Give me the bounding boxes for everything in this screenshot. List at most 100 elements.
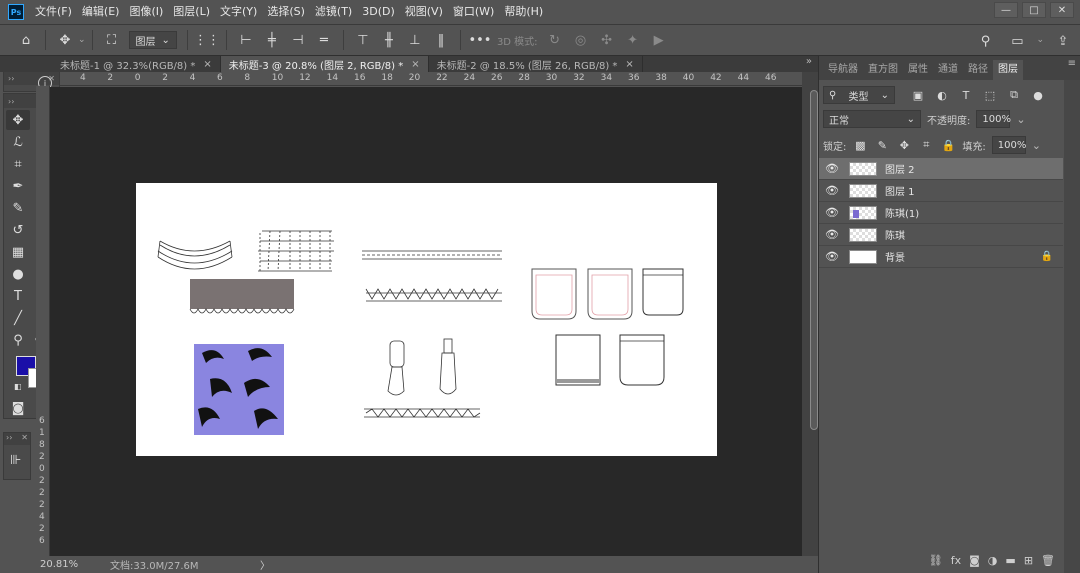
lock-artboard-icon[interactable]: ⌗	[918, 137, 934, 153]
chevron-down-icon[interactable]: ⌄	[1016, 113, 1025, 126]
search-icon[interactable]: ⚲	[975, 31, 995, 51]
zoom-tool-icon[interactable]: ⚲	[6, 330, 30, 350]
fx-icon[interactable]: fx	[951, 554, 961, 567]
menu-select[interactable]: 选择(S)	[262, 0, 310, 24]
tab-properties[interactable]: 属性	[903, 60, 933, 80]
chevron-down-icon[interactable]: ⌄	[1032, 139, 1041, 152]
lock-image-icon[interactable]: ✎	[874, 137, 890, 153]
adjustment-icon[interactable]: ◑	[988, 554, 998, 567]
filter-pixel-icon[interactable]: ▣	[909, 87, 927, 103]
vertical-ruler[interactable]: 6 1 8 2 0 2 2 2 4 2 6	[36, 86, 50, 556]
close-window-button[interactable]: ✕	[1050, 2, 1074, 18]
layer-row[interactable]: 👁 陈琪	[819, 224, 1063, 246]
3d-camera-icon[interactable]: ▶	[649, 30, 669, 50]
tab-untitled-2[interactable]: 未标题-2 @ 18.5% (图层 26, RGB/8) * ×	[429, 56, 643, 72]
lock-transparent-icon[interactable]: ▩	[852, 137, 868, 153]
blend-mode-dropdown[interactable]: 正常 ⌄	[823, 110, 921, 128]
filter-toggle-icon[interactable]: ●	[1029, 87, 1047, 103]
menu-help[interactable]: 帮助(H)	[499, 0, 548, 24]
filter-shape-icon[interactable]: ⬚	[981, 87, 999, 103]
history-brush-tool-icon[interactable]: ↺	[6, 220, 30, 240]
zoom-level[interactable]: 20.81%	[36, 559, 78, 570]
chevron-down-icon[interactable]: ⌄	[1036, 35, 1044, 51]
auto-select-icon[interactable]: ⛶	[102, 30, 122, 50]
distribute-icon[interactable]: ═	[314, 30, 334, 50]
filter-smart-object-icon[interactable]: ⧉	[1005, 87, 1023, 103]
tab-navigator[interactable]: 导航器	[823, 60, 863, 80]
opacity-input[interactable]: 100%	[976, 110, 1011, 128]
close-icon[interactable]: ×	[203, 59, 211, 70]
close-icon[interactable]: ×	[411, 59, 419, 70]
filter-adjustment-icon[interactable]: ◐	[933, 87, 951, 103]
document-canvas[interactable]	[136, 183, 717, 456]
move-tool-icon[interactable]: ✥	[6, 110, 30, 130]
link-icon[interactable]: ⛓	[929, 554, 943, 567]
menu-3d[interactable]: 3D(D)	[357, 0, 400, 24]
trash-icon[interactable]: 🗑	[1041, 554, 1055, 567]
menu-edit[interactable]: 编辑(E)	[77, 0, 125, 24]
home-icon[interactable]: ⌂	[16, 30, 36, 50]
filter-kind-dropdown[interactable]: ⚲ 类型 ⌄	[823, 86, 895, 104]
tab-untitled-3[interactable]: 未标题-3 @ 20.8% (图层 2, RGB/8) * ×	[220, 56, 429, 72]
eyedropper-tool-icon[interactable]: ✒	[6, 176, 30, 196]
3d-orbit-icon[interactable]: ↻	[545, 30, 565, 50]
horizontal-ruler[interactable]: 4 2 0 2 4 6 8 10 12 14 16 18 20 22 24 26 28 30 32 34 36 38 40 4…	[60, 72, 818, 86]
menu-image[interactable]: 图像(I)	[124, 0, 168, 24]
quick-mask-icon[interactable]: ◙	[6, 398, 30, 418]
align-top-icon[interactable]: ⊤	[353, 30, 373, 50]
mask-icon[interactable]: ◙	[969, 554, 980, 567]
align-middle-v-icon[interactable]: ╫	[379, 30, 399, 50]
menu-file[interactable]: 文件(F)	[30, 0, 77, 24]
3d-pan-icon[interactable]: ✣	[597, 30, 617, 50]
crop-tool-icon[interactable]: ⌗	[6, 154, 30, 174]
close-icon[interactable]: ×	[625, 59, 633, 70]
line-tool-icon[interactable]: ╱	[6, 308, 30, 328]
panel-scrollbar[interactable]	[1064, 80, 1080, 573]
tab-layers[interactable]: 图层	[993, 60, 1023, 80]
tab-paths[interactable]: 路径	[963, 60, 993, 80]
distribute-v-icon[interactable]: ‖	[431, 30, 451, 50]
group-icon[interactable]: ▬	[1005, 554, 1015, 567]
tabs-overflow-icon[interactable]: »	[806, 56, 812, 67]
tab-channels[interactable]: 通道	[933, 60, 963, 80]
adjustments-icon[interactable]: ⊪	[10, 453, 21, 468]
transform-controls-icon[interactable]: ⋮⋮	[194, 30, 220, 50]
align-center-h-icon[interactable]: ╪	[262, 30, 282, 50]
menu-type[interactable]: 文字(Y)	[215, 0, 262, 24]
visibility-eye-icon[interactable]: 👁	[819, 250, 845, 263]
canvas-vertical-scrollbar[interactable]	[802, 72, 818, 556]
fill-input[interactable]: 100%	[991, 136, 1026, 154]
lock-all-icon[interactable]: 🔒	[940, 137, 956, 153]
lasso-tool-icon[interactable]: ℒ	[6, 132, 30, 152]
filter-type-icon[interactable]: T	[957, 87, 975, 103]
visibility-eye-icon[interactable]: 👁	[819, 228, 845, 241]
tab-untitled-1[interactable]: 未标题-1 @ 32.3%(RGB/8) * ×	[0, 56, 221, 72]
align-right-icon[interactable]: ⊣	[288, 30, 308, 50]
menu-window[interactable]: 窗口(W)	[448, 0, 499, 24]
layer-row[interactable]: 👁 背景 🔒	[819, 246, 1063, 268]
visibility-eye-icon[interactable]: 👁	[819, 184, 845, 197]
menu-view[interactable]: 视图(V)	[400, 0, 448, 24]
visibility-eye-icon[interactable]: 👁	[819, 206, 845, 219]
type-tool-icon[interactable]: T	[6, 286, 30, 306]
gradient-tool-icon[interactable]: ▦	[6, 242, 30, 262]
align-bottom-icon[interactable]: ⊥	[405, 30, 425, 50]
workspace-icon[interactable]: ▭	[1007, 31, 1027, 51]
layer-row[interactable]: 👁 图层 1	[819, 180, 1063, 202]
default-colors-icon[interactable]: ◧	[14, 382, 22, 391]
menu-layer[interactable]: 图层(L)	[168, 0, 215, 24]
move-tool-preset-icon[interactable]: ✥	[55, 30, 75, 50]
layer-lock-icon[interactable]: 🔒	[1041, 251, 1053, 262]
minimize-button[interactable]: —	[994, 2, 1018, 18]
lock-position-icon[interactable]: ✥	[896, 137, 912, 153]
status-menu-arrow[interactable]: 〉	[260, 557, 270, 572]
visibility-eye-icon[interactable]: 👁	[819, 162, 845, 175]
brush-tool-icon[interactable]: ✎	[6, 198, 30, 218]
more-options-icon[interactable]: •••	[468, 30, 491, 50]
3d-slide-icon[interactable]: ✦	[623, 30, 643, 50]
panel-collapse-bar[interactable]: ›› ✕	[4, 433, 30, 445]
layer-row[interactable]: 👁 图层 2	[819, 158, 1063, 180]
chevron-down-icon[interactable]: ⌄	[78, 35, 86, 45]
layer-row[interactable]: 👁 陈琪(1)	[819, 202, 1063, 224]
dodge-tool-icon[interactable]: ●	[6, 264, 30, 284]
